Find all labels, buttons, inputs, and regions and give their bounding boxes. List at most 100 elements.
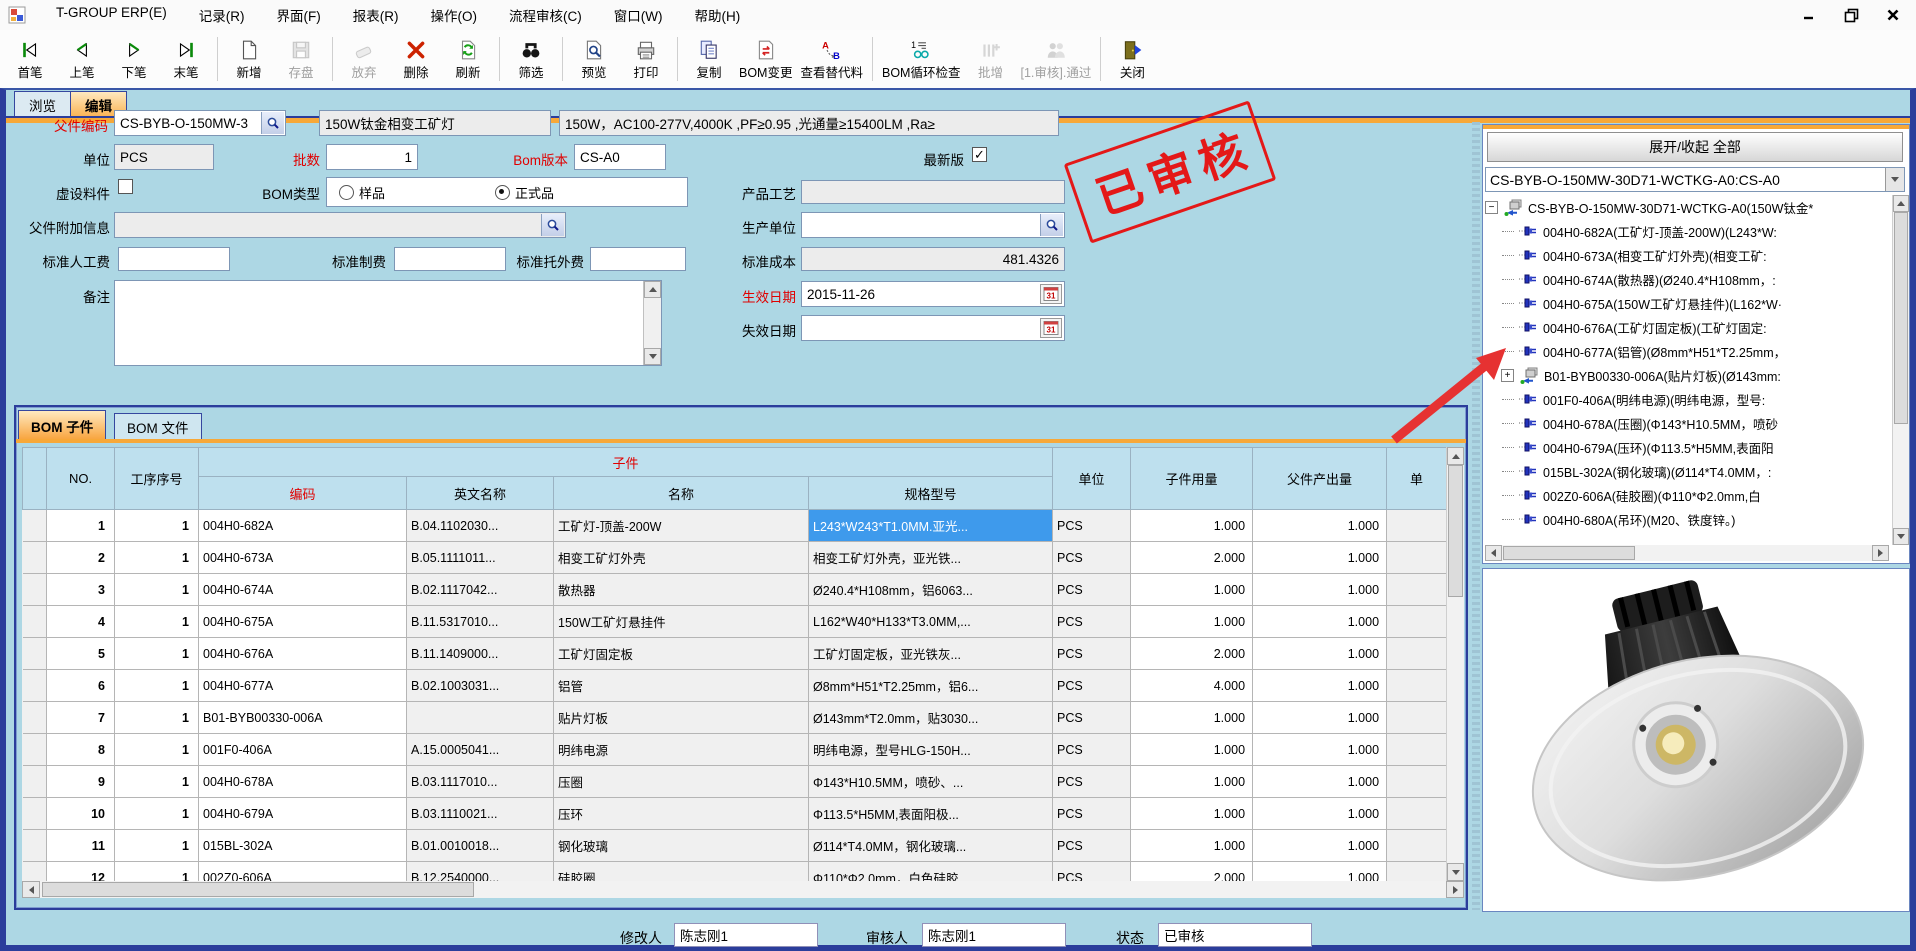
menu-item-1[interactable]: 记录(R) bbox=[183, 1, 261, 29]
menu-item-7[interactable]: 帮助(H) bbox=[679, 1, 757, 29]
tab-bom-files[interactable]: BOM 文件 bbox=[114, 413, 202, 440]
table-cell[interactable]: 1.000 bbox=[1131, 702, 1253, 734]
table-cell[interactable]: B.02.1117042... bbox=[407, 574, 554, 606]
table-cell[interactable]: 004H0-682A bbox=[199, 510, 407, 542]
table-cell[interactable]: 4 bbox=[47, 606, 115, 638]
table-cell[interactable]: 6 bbox=[47, 670, 115, 702]
row-selector[interactable] bbox=[23, 638, 47, 670]
table-cell[interactable]: 2.000 bbox=[1131, 638, 1253, 670]
table-cell[interactable] bbox=[1387, 606, 1447, 638]
table-cell[interactable]: L243*W243*T1.0MM.亚光... bbox=[809, 510, 1053, 542]
tree-node-13[interactable]: 004H0-680A(吊环)(M20、铁度锌。) bbox=[1485, 507, 1905, 531]
bom-version-combobox[interactable]: CS-BYB-O-150MW-30D71-WCTKG-A0:CS-A0 bbox=[1485, 167, 1905, 192]
scroll-up-icon[interactable] bbox=[644, 281, 661, 298]
table-cell[interactable]: 1.000 bbox=[1253, 542, 1387, 574]
table-cell[interactable]: 相变工矿灯外壳，亚光铁... bbox=[809, 542, 1053, 574]
table-cell[interactable]: 1.000 bbox=[1253, 574, 1387, 606]
table-cell[interactable]: 压环 bbox=[554, 798, 809, 830]
tree-node-8[interactable]: 001F0-406A(明纬电源)(明纬电源，型号: bbox=[1485, 387, 1905, 411]
tree-node-5[interactable]: 004H0-676A(工矿灯固定板)(工矿灯固定: bbox=[1485, 315, 1905, 339]
menu-item-5[interactable]: 流程审核(C) bbox=[493, 1, 598, 29]
row-selector[interactable] bbox=[23, 702, 47, 734]
table-cell[interactable]: 1 bbox=[115, 702, 199, 734]
tree-node-10[interactable]: 004H0-679A(压环)(Φ113.5*H5MM,表面阳 bbox=[1485, 435, 1905, 459]
table-cell[interactable]: 1 bbox=[115, 830, 199, 862]
std-out-field[interactable] bbox=[590, 247, 686, 271]
table-cell[interactable]: 004H0-675A bbox=[199, 606, 407, 638]
table-cell[interactable]: 150W工矿灯悬挂件 bbox=[554, 606, 809, 638]
nav-last-button[interactable]: 末笔 bbox=[160, 32, 212, 86]
print-button[interactable]: 打印 bbox=[620, 32, 672, 86]
row-selector[interactable] bbox=[23, 606, 47, 638]
tree-vertical-scrollbar[interactable] bbox=[1892, 195, 1909, 545]
close-door-button[interactable]: 关闭 bbox=[1106, 32, 1158, 86]
table-cell[interactable]: 1 bbox=[115, 734, 199, 766]
close-icon[interactable] bbox=[1884, 7, 1902, 23]
row-selector[interactable] bbox=[23, 766, 47, 798]
table-cell[interactable]: 工矿灯固定板 bbox=[554, 638, 809, 670]
table-cell[interactable]: 4.000 bbox=[1131, 670, 1253, 702]
tree-node-3[interactable]: 004H0-674A(散热器)(Ø240.4*H108mm，: bbox=[1485, 267, 1905, 291]
scroll-thumb[interactable] bbox=[1448, 465, 1463, 597]
parent-code-field[interactable]: CS-BYB-O-150MW-3 bbox=[114, 110, 286, 136]
table-cell[interactable]: 5 bbox=[47, 638, 115, 670]
table-cell[interactable]: B.03.1110021... bbox=[407, 798, 554, 830]
expire-date-field[interactable]: 31 bbox=[801, 315, 1065, 341]
table-horizontal-scrollbar[interactable] bbox=[22, 881, 1464, 898]
row-selector[interactable] bbox=[23, 830, 47, 862]
tree-horizontal-scrollbar[interactable] bbox=[1485, 545, 1889, 561]
column-header[interactable]: 单位 bbox=[1053, 448, 1131, 510]
table-cell[interactable]: 2 bbox=[47, 542, 115, 574]
parent-extra-search-button[interactable] bbox=[541, 214, 564, 236]
tree-node-11[interactable]: 015BL-302A(钢化玻璃)(Ø114*T4.0MM，: bbox=[1485, 459, 1905, 483]
table-cell[interactable] bbox=[1387, 798, 1447, 830]
tree-node-7[interactable]: +B01-BYB00330-006A(贴片灯板)(Ø143mm: bbox=[1485, 363, 1905, 387]
table-cell[interactable]: 015BL-302A bbox=[199, 830, 407, 862]
table-cell[interactable]: 1.000 bbox=[1253, 798, 1387, 830]
table-cell[interactable]: 002Z0-606A bbox=[199, 862, 407, 882]
tree-node-6[interactable]: 004H0-677A(铝管)(Ø8mm*H51*T2.25mm， bbox=[1485, 339, 1905, 363]
row-selector[interactable] bbox=[23, 510, 47, 542]
table-cell[interactable]: B01-BYB00330-006A bbox=[199, 702, 407, 734]
row-selector[interactable] bbox=[23, 862, 47, 882]
table-cell[interactable]: Φ110*Φ2.0mm，白色硅胶... bbox=[809, 862, 1053, 882]
table-cell[interactable]: 1.000 bbox=[1253, 766, 1387, 798]
row-selector[interactable] bbox=[23, 734, 47, 766]
table-cell[interactable]: B.03.1117010... bbox=[407, 766, 554, 798]
table-cell[interactable]: 1.000 bbox=[1253, 702, 1387, 734]
parent-code-search-button[interactable] bbox=[261, 112, 284, 134]
table-cell[interactable]: 7 bbox=[47, 702, 115, 734]
table-cell[interactable]: 1.000 bbox=[1253, 510, 1387, 542]
column-header[interactable]: 英文名称 bbox=[407, 477, 554, 510]
panel-splitter[interactable] bbox=[1472, 122, 1480, 910]
table-cell[interactable]: 1.000 bbox=[1131, 606, 1253, 638]
chevron-down-icon[interactable] bbox=[1885, 168, 1904, 191]
table-cell[interactable] bbox=[1387, 574, 1447, 606]
table-cell[interactable]: 1.000 bbox=[1131, 574, 1253, 606]
table-vertical-scrollbar[interactable] bbox=[1446, 447, 1464, 881]
table-cell[interactable] bbox=[1387, 542, 1447, 574]
table-cell[interactable]: 11 bbox=[47, 830, 115, 862]
preview-button[interactable]: 预览 bbox=[568, 32, 620, 86]
row-selector[interactable] bbox=[23, 798, 47, 830]
column-header[interactable]: NO. bbox=[47, 448, 115, 510]
table-cell[interactable]: Φ143*H10.5MM，喷砂、... bbox=[809, 766, 1053, 798]
table-cell[interactable]: 钢化玻璃 bbox=[554, 830, 809, 862]
tree-node-4[interactable]: 004H0-675A(150W工矿灯悬挂件)(L162*W· bbox=[1485, 291, 1905, 315]
table-cell[interactable]: PCS bbox=[1053, 862, 1131, 882]
table-cell[interactable]: 004H0-678A bbox=[199, 766, 407, 798]
bom-change-button[interactable]: BOM变更 bbox=[735, 32, 796, 86]
tree-node-9[interactable]: 004H0-678A(压圈)(Φ143*H10.5MM，喷砂 bbox=[1485, 411, 1905, 435]
scroll-down-icon[interactable] bbox=[644, 348, 661, 365]
table-cell[interactable] bbox=[1387, 702, 1447, 734]
table-cell[interactable] bbox=[1387, 830, 1447, 862]
parent-extra-field[interactable] bbox=[114, 212, 566, 238]
std-mfg-field[interactable] bbox=[394, 247, 506, 271]
table-cell[interactable] bbox=[1387, 766, 1447, 798]
table-cell[interactable] bbox=[1387, 510, 1447, 542]
table-cell[interactable]: PCS bbox=[1053, 574, 1131, 606]
tab-browse[interactable]: 浏览 bbox=[14, 91, 71, 118]
expire-date-calendar-button[interactable]: 31 bbox=[1040, 318, 1062, 338]
table-cell[interactable]: 2.000 bbox=[1131, 862, 1253, 882]
remark-textarea[interactable] bbox=[114, 280, 662, 366]
